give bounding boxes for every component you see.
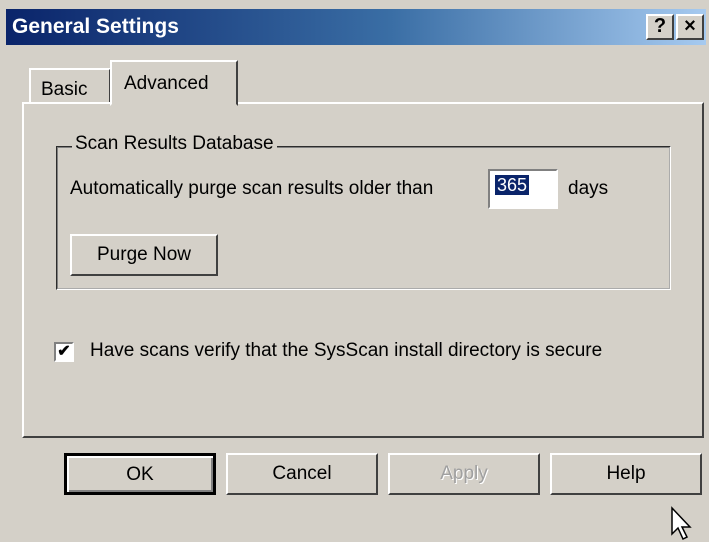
title-bar[interactable]: General Settings ? × xyxy=(6,9,706,45)
tab-advanced[interactable]: Advanced xyxy=(110,60,238,106)
tab-basic[interactable]: Basic xyxy=(29,68,111,104)
help-button[interactable]: Help xyxy=(550,453,702,495)
group-title: Scan Results Database xyxy=(72,133,277,155)
scan-results-database-group: Scan Results Database Automatically purg… xyxy=(56,133,671,290)
days-unit-label: days xyxy=(568,178,609,199)
advanced-tab-panel: Scan Results Database Automatically purg… xyxy=(22,102,704,541)
purge-days-input[interactable]: 365 xyxy=(488,169,558,209)
help-title-button[interactable]: ? xyxy=(646,14,674,40)
purge-now-button[interactable]: Purge Now xyxy=(70,234,218,276)
verify-install-dir-checkbox[interactable]: ✔ xyxy=(54,342,74,362)
cancel-button[interactable]: Cancel xyxy=(226,453,378,495)
mouse-cursor-icon xyxy=(671,506,692,541)
ok-button[interactable]: OK xyxy=(64,453,216,495)
purge-days-value: 365 xyxy=(495,175,530,195)
close-button[interactable]: × xyxy=(676,14,704,40)
dialog-title: General Settings xyxy=(12,15,179,38)
apply-button[interactable]: Apply xyxy=(388,453,540,495)
purge-label: Automatically purge scan results older t… xyxy=(70,178,434,199)
verify-install-dir-label[interactable]: Have scans verify that the SysScan insta… xyxy=(90,340,602,362)
general-settings-dialog: General Settings ? × Basic Advanced Scan… xyxy=(0,0,709,541)
